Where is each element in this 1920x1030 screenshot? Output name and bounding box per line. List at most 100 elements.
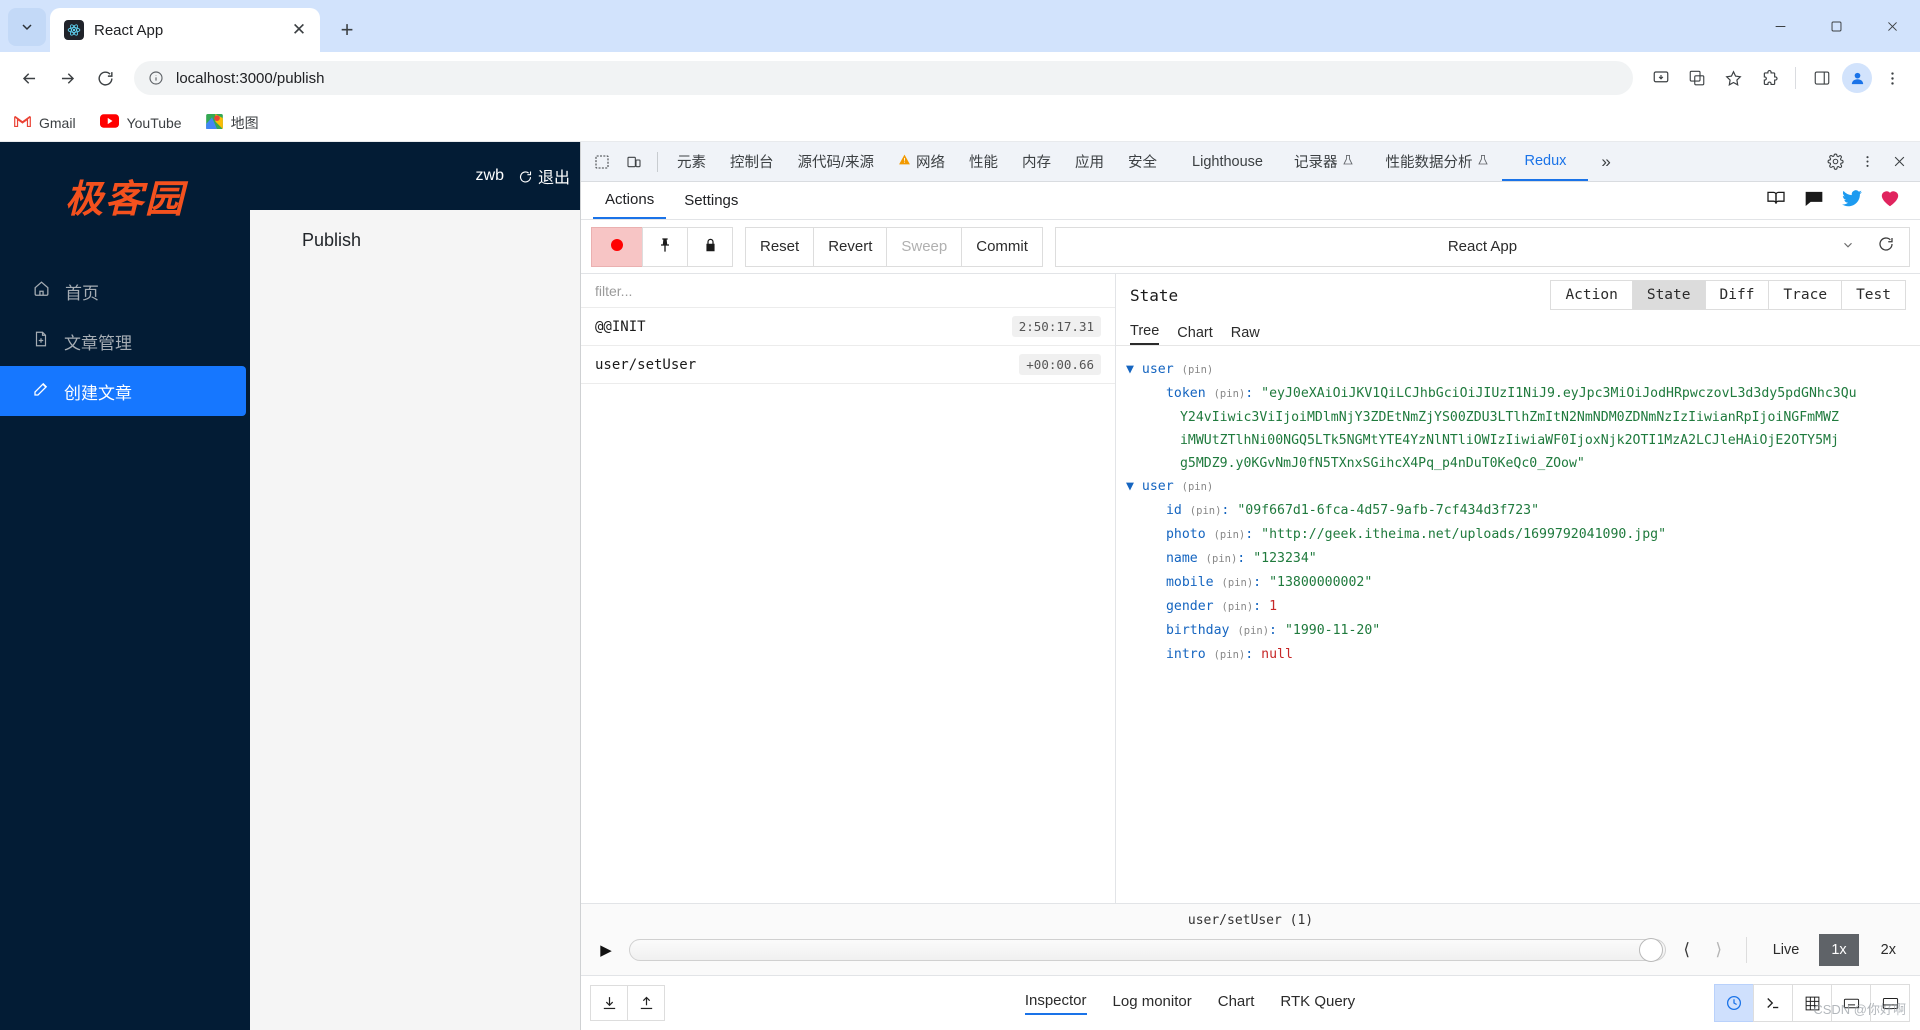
close-tab-icon[interactable]: ✕ xyxy=(288,19,310,41)
forward-arrow-icon[interactable] xyxy=(50,61,84,95)
pin-label[interactable]: (pin) xyxy=(1222,577,1254,589)
tab-lighthouse[interactable]: Lighthouse xyxy=(1170,143,1274,181)
action-list-item[interactable]: @@INIT 2:50:17.31 xyxy=(581,308,1115,346)
slider-thumb[interactable] xyxy=(1638,938,1663,962)
bookmark-youtube[interactable]: YouTube xyxy=(99,114,182,131)
address-bar[interactable]: localhost:3000/publish xyxy=(134,61,1633,95)
play-icon[interactable]: ▶ xyxy=(593,941,619,959)
heart-icon[interactable] xyxy=(1880,189,1900,212)
lock-button[interactable] xyxy=(687,226,733,267)
tab-search-button[interactable] xyxy=(8,8,46,46)
translate-icon[interactable] xyxy=(1681,62,1713,94)
kebab-menu-icon[interactable] xyxy=(1852,148,1882,176)
next-icon[interactable]: ⟩ xyxy=(1708,940,1730,960)
bookmark-gmail[interactable]: Gmail xyxy=(14,115,76,131)
tab-console[interactable]: 控制台 xyxy=(719,143,785,181)
pin-label[interactable]: (pin) xyxy=(1214,388,1246,400)
tree-node-user-root[interactable]: ▼ user (pin) xyxy=(1126,358,1920,382)
state-view-tree[interactable]: Tree xyxy=(1130,323,1160,345)
side-panel-icon[interactable] xyxy=(1806,62,1838,94)
tab-memory[interactable]: 内存 xyxy=(1011,143,1062,181)
state-view-raw[interactable]: Raw xyxy=(1231,325,1260,345)
device-toolbar-icon[interactable] xyxy=(619,148,649,176)
tab-network[interactable]: 网络 xyxy=(887,143,956,181)
redux-tab-settings[interactable]: Settings xyxy=(672,182,750,219)
prev-icon[interactable]: ⟨ xyxy=(1676,940,1698,960)
maximize-icon[interactable] xyxy=(1808,4,1864,48)
state-view-chart[interactable]: Chart xyxy=(1177,325,1212,345)
reload-icon[interactable] xyxy=(88,61,122,95)
sidebar-item-create-article[interactable]: 创建文章 xyxy=(0,366,246,416)
book-icon[interactable] xyxy=(1766,190,1786,211)
sidebar-item-home[interactable]: 首页 xyxy=(0,266,250,316)
pin-label[interactable]: (pin) xyxy=(1222,601,1254,613)
revert-button[interactable]: Revert xyxy=(813,226,888,267)
tab-redux[interactable]: Redux xyxy=(1502,143,1589,181)
state-tab-trace[interactable]: Trace xyxy=(1768,281,1841,309)
close-icon[interactable] xyxy=(1884,148,1914,176)
pin-button[interactable] xyxy=(642,226,688,267)
speed-1x-button[interactable]: 1x xyxy=(1819,934,1859,966)
tab-performance-insights[interactable]: 性能数据分析 xyxy=(1367,143,1500,181)
state-tab-diff[interactable]: Diff xyxy=(1704,281,1769,309)
monitor-tab-rtk-query[interactable]: RTK Query xyxy=(1280,993,1355,1014)
slider-track[interactable] xyxy=(629,938,1666,962)
tab-overflow-icon[interactable]: » xyxy=(1590,143,1621,181)
tree-node-user-nested[interactable]: ▼ user (pin) xyxy=(1126,475,1920,499)
tab-elements[interactable]: 元素 xyxy=(666,143,717,181)
instance-selector[interactable]: React App xyxy=(1054,226,1910,267)
filter-input[interactable]: filter... xyxy=(581,274,1115,308)
chat-icon[interactable] xyxy=(1804,190,1824,212)
extensions-icon[interactable] xyxy=(1753,62,1785,94)
speed-2x-button[interactable]: 2x xyxy=(1869,934,1908,966)
pin-label[interactable]: (pin) xyxy=(1214,649,1246,661)
logout-button[interactable]: 退出 xyxy=(518,164,570,188)
twitter-icon[interactable] xyxy=(1842,189,1862,212)
pin-label[interactable]: (pin) xyxy=(1190,505,1222,517)
history-icon[interactable] xyxy=(1714,984,1754,1022)
browser-tab[interactable]: React App ✕ xyxy=(50,8,320,52)
state-tab-test[interactable]: Test xyxy=(1841,281,1905,309)
sidebar-item-articles[interactable]: 文章管理 xyxy=(0,316,250,366)
export-icon[interactable] xyxy=(627,985,665,1021)
minimize-icon[interactable] xyxy=(1752,4,1808,48)
tab-recorder[interactable]: 记录器 xyxy=(1276,143,1366,181)
import-icon[interactable] xyxy=(590,985,628,1021)
pin-label[interactable]: (pin) xyxy=(1237,625,1269,637)
caret-expanded-icon[interactable]: ▼ xyxy=(1126,362,1134,377)
chrome-menu-icon[interactable] xyxy=(1876,62,1908,94)
live-button[interactable]: Live xyxy=(1763,936,1810,964)
state-tab-action[interactable]: Action xyxy=(1551,281,1631,309)
bookmark-maps[interactable]: 地图 xyxy=(205,113,259,133)
action-list-item[interactable]: user/setUser +00:00.66 xyxy=(581,346,1115,384)
close-window-icon[interactable] xyxy=(1864,4,1920,48)
chevron-down-icon[interactable] xyxy=(1841,238,1855,256)
back-arrow-icon[interactable] xyxy=(12,61,46,95)
tab-application[interactable]: 应用 xyxy=(1064,143,1115,181)
reset-button[interactable]: Reset xyxy=(745,226,815,267)
terminal-icon[interactable] xyxy=(1753,984,1793,1022)
install-app-icon[interactable] xyxy=(1645,62,1677,94)
tab-performance[interactable]: 性能 xyxy=(958,143,1009,181)
tab-security[interactable]: 安全 xyxy=(1117,143,1168,181)
caret-expanded-icon[interactable]: ▼ xyxy=(1126,479,1134,494)
refresh-icon[interactable] xyxy=(1877,235,1895,259)
pin-label[interactable]: (pin) xyxy=(1214,529,1246,541)
inspect-element-icon[interactable] xyxy=(587,148,617,176)
monitor-tab-inspector[interactable]: Inspector xyxy=(1024,992,1087,1015)
record-button[interactable] xyxy=(591,226,643,267)
sweep-button[interactable]: Sweep xyxy=(886,226,963,267)
pin-label[interactable]: (pin) xyxy=(1206,553,1238,565)
commit-button[interactable]: Commit xyxy=(961,226,1043,267)
gear-icon[interactable] xyxy=(1820,148,1850,176)
new-tab-button[interactable]: + xyxy=(330,13,364,47)
redux-tab-actions[interactable]: Actions xyxy=(593,182,667,219)
monitor-tab-chart[interactable]: Chart xyxy=(1218,993,1255,1014)
monitor-tab-log[interactable]: Log monitor xyxy=(1113,993,1192,1014)
tab-sources[interactable]: 源代码/来源 xyxy=(787,143,886,181)
pin-label[interactable]: (pin) xyxy=(1182,481,1214,493)
bookmark-star-icon[interactable] xyxy=(1717,62,1749,94)
pin-label[interactable]: (pin) xyxy=(1182,364,1214,376)
state-tab-state[interactable]: State xyxy=(1631,281,1705,309)
profile-avatar[interactable] xyxy=(1842,63,1872,93)
